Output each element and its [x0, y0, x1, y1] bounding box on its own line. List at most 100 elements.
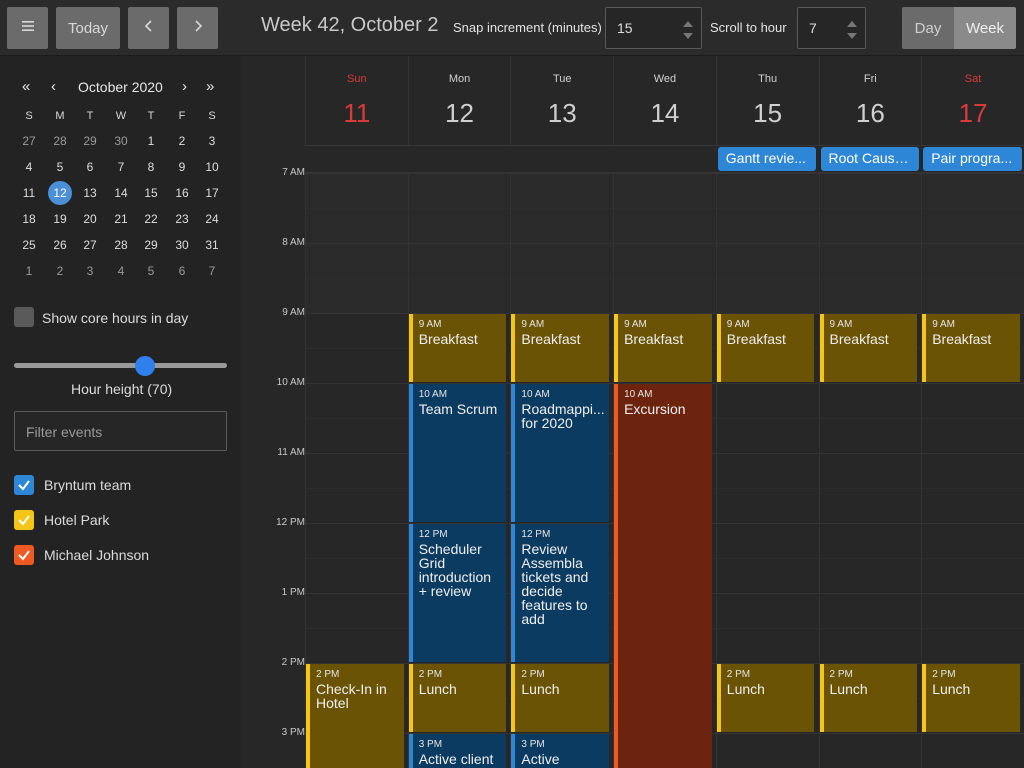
- mini-calendar-day[interactable]: 30: [167, 233, 197, 257]
- day-header-wed[interactable]: Wed 14: [613, 56, 716, 145]
- all-day-event[interactable]: Root Cause ...: [820, 147, 920, 171]
- calendar-event[interactable]: 9 AM Breakfast: [819, 314, 918, 382]
- calendar-event[interactable]: 2 PM Lunch: [408, 664, 507, 732]
- mini-calendar-day[interactable]: 14: [106, 181, 136, 205]
- calendar-event[interactable]: 3 PM Active: [511, 734, 610, 768]
- mini-calendar-day[interactable]: 18: [14, 207, 44, 231]
- mini-calendar-day[interactable]: 24: [197, 207, 227, 231]
- mini-calendar-day[interactable]: 30: [106, 129, 136, 153]
- mini-calendar-day[interactable]: 31: [197, 233, 227, 257]
- mini-calendar-day[interactable]: 1: [136, 129, 166, 153]
- previous-year-icon[interactable]: «: [22, 78, 30, 95]
- mini-calendar-month: October 2020: [78, 79, 163, 95]
- event-name: Lunch: [521, 681, 560, 697]
- day-header-sun[interactable]: Sun 11: [305, 56, 408, 145]
- mini-calendar-day[interactable]: 2: [45, 259, 75, 283]
- mini-calendar-day[interactable]: 5: [45, 155, 75, 179]
- mini-calendar-day[interactable]: 4: [106, 259, 136, 283]
- day-header-tue[interactable]: Tue 13: [510, 56, 613, 145]
- hour-height-slider[interactable]: [14, 363, 227, 368]
- calendar-event[interactable]: 2 PM Lunch: [922, 664, 1020, 732]
- all-day-event[interactable]: Pair progra...: [923, 147, 1022, 171]
- mini-calendar-day[interactable]: 27: [14, 129, 44, 153]
- calendar-event[interactable]: 2 PM Lunch: [716, 664, 815, 732]
- mini-calendar-day[interactable]: 21: [106, 207, 136, 231]
- scroll-to-hour-field[interactable]: 7: [797, 7, 866, 49]
- next-month-icon[interactable]: ›: [182, 78, 187, 95]
- today-button[interactable]: Today: [56, 7, 120, 49]
- calendar-event[interactable]: 10 AM Team Scrum: [408, 384, 507, 522]
- mini-calendar-day[interactable]: 27: [75, 233, 105, 257]
- calendar-event[interactable]: 9 AM Breakfast: [408, 314, 507, 382]
- mini-calendar-day[interactable]: 23: [167, 207, 197, 231]
- mini-calendar-day[interactable]: 2: [167, 129, 197, 153]
- mini-calendar-day[interactable]: 10: [197, 155, 227, 179]
- event-name: Excursion: [624, 401, 686, 417]
- calendar-event[interactable]: 2 PM Lunch: [819, 664, 918, 732]
- calendar-event[interactable]: 9 AM Breakfast: [511, 314, 610, 382]
- mini-calendar-day[interactable]: 9: [167, 155, 197, 179]
- mini-calendar-day[interactable]: 3: [197, 129, 227, 153]
- mini-calendar-day[interactable]: 26: [45, 233, 75, 257]
- core-hours-checkbox[interactable]: [14, 307, 34, 327]
- mini-calendar-day[interactable]: 29: [136, 233, 166, 257]
- calendar-event[interactable]: 3 PM Active client: [408, 734, 507, 768]
- calendar-event[interactable]: 2 PM Check-In in Hotel: [306, 664, 404, 768]
- menu-button[interactable]: [7, 7, 48, 49]
- calendar-event[interactable]: 12 PM Scheduler Grid introduction + revie…: [408, 524, 507, 662]
- mini-calendar-day[interactable]: 6: [75, 155, 105, 179]
- day-header-sat[interactable]: Sat 17: [921, 56, 1024, 145]
- time-axis: 7 AM 8 AM 9 AM 10 AM 11 AM 12 PM 1 PM 2 PM 3 PM: [241, 167, 305, 768]
- calendar-event[interactable]: 10 AM Excursion: [614, 384, 712, 768]
- mini-calendar-day[interactable]: 7: [197, 259, 227, 283]
- mini-calendar-day[interactable]: 15: [136, 181, 166, 205]
- day-view-button[interactable]: Day: [902, 7, 954, 49]
- mini-calendar-day[interactable]: 3: [75, 259, 105, 283]
- resource-checkbox[interactable]: [14, 475, 34, 495]
- mini-calendar-day[interactable]: 1: [14, 259, 44, 283]
- mini-calendar-day[interactable]: 17: [197, 181, 227, 205]
- next-button[interactable]: [177, 7, 218, 49]
- next-year-icon[interactable]: »: [206, 78, 214, 95]
- mini-calendar-day[interactable]: 28: [45, 129, 75, 153]
- mini-calendar-day[interactable]: 25: [14, 233, 44, 257]
- mini-calendar-day[interactable]: 19: [45, 207, 75, 231]
- snap-increment-label: Snap increment (minutes): [453, 20, 602, 35]
- mini-calendar-day[interactable]: 11: [14, 181, 44, 205]
- calendar-event[interactable]: 9 AM Breakfast: [614, 314, 712, 382]
- mini-calendar-day[interactable]: 8: [136, 155, 166, 179]
- previous-month-icon[interactable]: ‹: [51, 78, 56, 95]
- mini-calendar-day[interactable]: 6: [167, 259, 197, 283]
- week-view-button[interactable]: Week: [954, 7, 1016, 49]
- spin-up-icon[interactable]: [847, 21, 857, 27]
- spin-down-icon[interactable]: [683, 33, 693, 39]
- mini-calendar-day[interactable]: 4: [14, 155, 44, 179]
- mini-calendar-day[interactable]: 29: [75, 129, 105, 153]
- filter-events-input[interactable]: Filter events: [14, 411, 227, 451]
- day-header-mon[interactable]: Mon 12: [407, 56, 511, 145]
- mini-calendar-day[interactable]: 22: [136, 207, 166, 231]
- mini-calendar-day[interactable]: 7: [106, 155, 136, 179]
- mini-calendar-day[interactable]: 16: [167, 181, 197, 205]
- mini-calendar-day[interactable]: 20: [75, 207, 105, 231]
- mini-calendar-day[interactable]: 13: [75, 181, 105, 205]
- snap-increment-field[interactable]: 15: [605, 7, 702, 49]
- calendar-event[interactable]: 9 AM Breakfast: [922, 314, 1020, 382]
- mini-calendar-day[interactable]: 28: [106, 233, 136, 257]
- hour-height-slider-thumb[interactable]: [135, 356, 155, 376]
- resource-checkbox[interactable]: [14, 510, 34, 530]
- previous-button[interactable]: [128, 7, 169, 49]
- calendar-event[interactable]: 12 PM Review Assembla tickets and decide …: [511, 524, 610, 662]
- mini-calendar-day-selected[interactable]: 12: [45, 181, 75, 205]
- resource-checkbox[interactable]: [14, 545, 34, 565]
- day-header-fri[interactable]: Fri 16: [818, 56, 922, 145]
- time-grid[interactable]: 2 PM Check-In in Hotel 9 AM Breakfast 10 AM T…: [305, 173, 1024, 768]
- spin-up-icon[interactable]: [683, 21, 693, 27]
- day-header-thu[interactable]: Thu 15: [715, 56, 819, 145]
- calendar-event[interactable]: 2 PM Lunch: [511, 664, 610, 732]
- calendar-event[interactable]: 10 AM Roadmappi... for 2020: [511, 384, 610, 522]
- calendar-event[interactable]: 9 AM Breakfast: [716, 314, 815, 382]
- all-day-event[interactable]: Gantt revie...: [717, 147, 817, 171]
- mini-calendar-day[interactable]: 5: [136, 259, 166, 283]
- spin-down-icon[interactable]: [847, 33, 857, 39]
